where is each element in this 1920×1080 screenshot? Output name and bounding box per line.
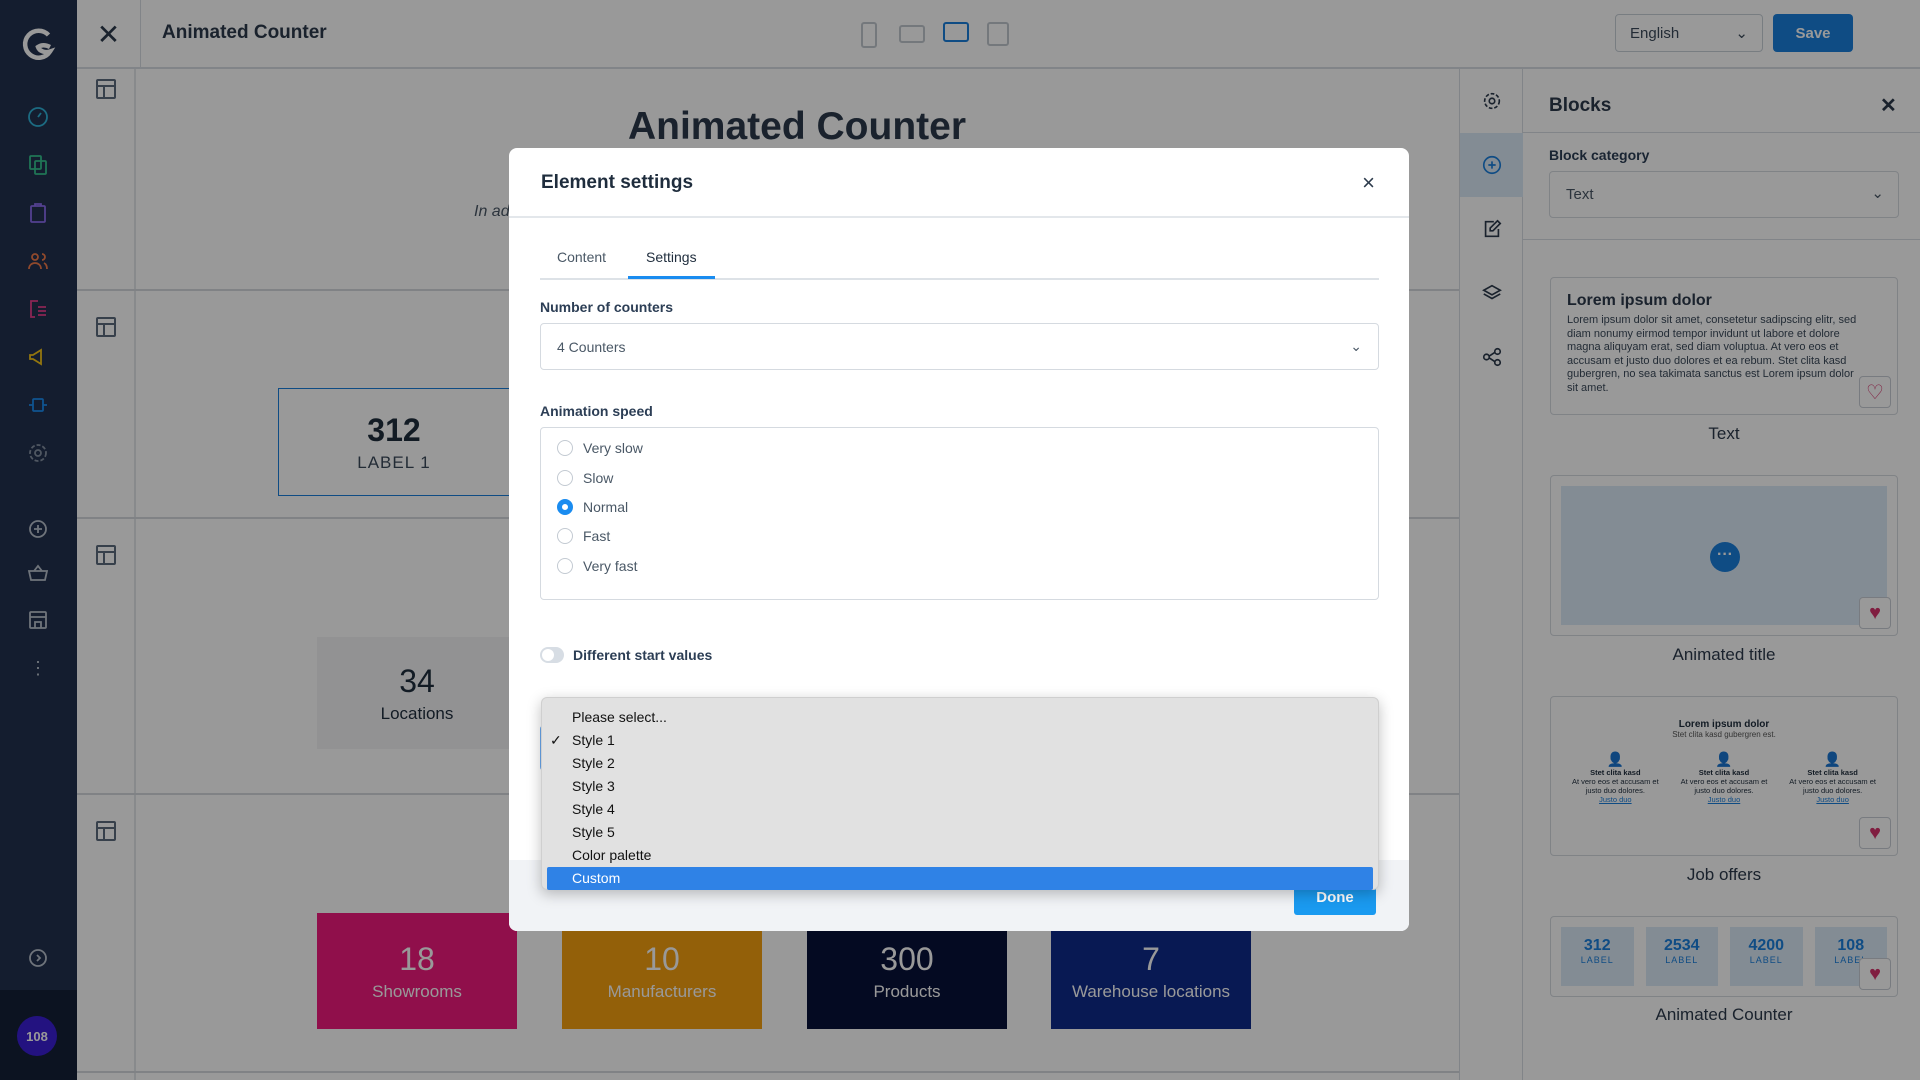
modal-title: Element settings bbox=[541, 172, 694, 193]
radio-circle bbox=[557, 470, 573, 486]
option-label: Style 4 bbox=[572, 801, 615, 817]
radio-very-fast[interactable]: Very fast bbox=[557, 558, 637, 574]
radio-label: Slow bbox=[583, 470, 614, 486]
option-label: Color palette bbox=[572, 847, 652, 863]
radio-label: Very slow bbox=[583, 440, 643, 456]
radio-label: Normal bbox=[583, 499, 629, 515]
option-label: Style 1 bbox=[572, 732, 615, 748]
tab-content[interactable]: Content bbox=[539, 249, 624, 279]
option-custom[interactable]: Custom bbox=[547, 867, 1373, 890]
option-label: Please select... bbox=[572, 709, 667, 725]
radio-label: Fast bbox=[583, 528, 611, 544]
option-style-5[interactable]: Style 5 bbox=[547, 821, 1373, 844]
radio-circle bbox=[557, 440, 573, 456]
radio-fast[interactable]: Fast bbox=[557, 528, 610, 544]
radio-normal[interactable]: Normal bbox=[557, 499, 628, 515]
check-icon: ✓ bbox=[550, 732, 562, 748]
counters-value: 4 Counters bbox=[557, 338, 626, 355]
radio-circle bbox=[557, 558, 573, 574]
option-label: Style 2 bbox=[572, 755, 615, 771]
radio-circle bbox=[557, 528, 573, 544]
start-values-toggle[interactable] bbox=[540, 647, 564, 663]
option-label: Style 5 bbox=[572, 824, 615, 840]
toggle-label: Different start values bbox=[573, 647, 713, 663]
style-dropdown-list: Please select... ✓ Style 1 Style 2 Style … bbox=[541, 697, 1379, 890]
option-label: Custom bbox=[572, 870, 621, 886]
radio-very-slow[interactable]: Very slow bbox=[557, 440, 643, 456]
counters-label: Number of counters bbox=[540, 299, 674, 315]
option-style-3[interactable]: Style 3 bbox=[547, 775, 1373, 798]
counters-select[interactable]: 4 Counters ⌄ bbox=[540, 323, 1379, 370]
radio-label: Very fast bbox=[583, 558, 638, 574]
modal-header: Element settings × bbox=[509, 148, 1409, 218]
radio-circle bbox=[557, 499, 573, 515]
option-please-select[interactable]: Please select... bbox=[547, 706, 1373, 729]
option-style-1[interactable]: ✓ Style 1 bbox=[547, 729, 1373, 752]
speed-label: Animation speed bbox=[540, 403, 653, 419]
speed-radio-group: Very slow Slow Normal Fast Very fast bbox=[540, 427, 1379, 600]
option-style-4[interactable]: Style 4 bbox=[547, 798, 1373, 821]
radio-slow[interactable]: Slow bbox=[557, 470, 613, 486]
chevron-down-icon: ⌄ bbox=[1350, 338, 1362, 354]
tab-settings[interactable]: Settings bbox=[628, 249, 715, 279]
option-label: Style 3 bbox=[572, 778, 615, 794]
close-modal-button[interactable]: × bbox=[1362, 170, 1375, 196]
option-color-palette[interactable]: Color palette bbox=[547, 844, 1373, 867]
option-style-2[interactable]: Style 2 bbox=[547, 752, 1373, 775]
